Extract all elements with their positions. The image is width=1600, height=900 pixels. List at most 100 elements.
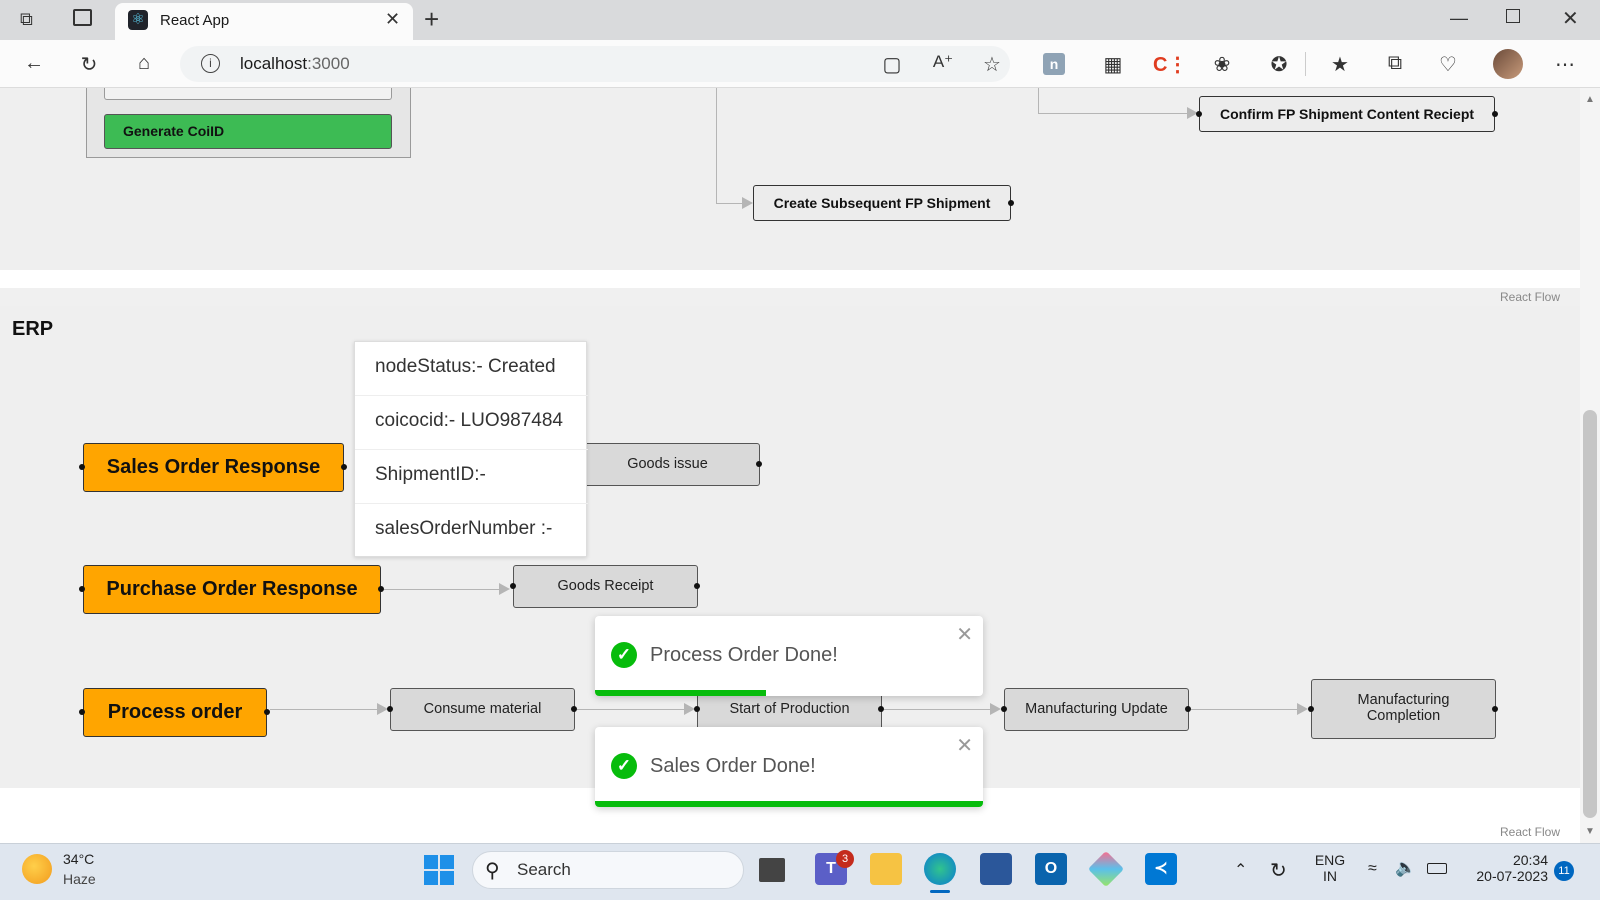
- workspaces-icon[interactable]: ⧉: [20, 9, 33, 30]
- toast-message: Sales Order Done!: [650, 755, 816, 777]
- node-consume-material[interactable]: Consume material: [390, 688, 575, 731]
- search-label: Search: [517, 860, 571, 879]
- tooltip-coicocid: coicocid:- LUO987484: [355, 396, 588, 450]
- more-menu-icon[interactable]: ⋯: [1551, 52, 1579, 77]
- volume-icon[interactable]: 🔈: [1395, 858, 1416, 878]
- node-handle[interactable]: [387, 706, 393, 712]
- vscode-icon[interactable]: ≺: [1145, 853, 1177, 885]
- restore-icon[interactable]: [1506, 9, 1520, 23]
- teams-badge: 3: [836, 850, 854, 868]
- sync-icon[interactable]: ↻: [1270, 858, 1287, 883]
- node-manufacturing-update[interactable]: Manufacturing Update: [1004, 688, 1189, 731]
- minimize-icon[interactable]: —: [1450, 8, 1468, 29]
- node-handle[interactable]: [341, 464, 347, 470]
- node-handle[interactable]: [694, 706, 700, 712]
- active-app-indicator: [930, 890, 950, 893]
- toast-sales-order[interactable]: ✓ Sales Order Done! ✕: [595, 727, 983, 807]
- tooltip-shipment-id: ShipmentID:-: [355, 450, 588, 504]
- app-available-icon[interactable]: ▢: [878, 52, 906, 77]
- read-aloud-icon[interactable]: A⁺: [929, 52, 957, 72]
- node-handle[interactable]: [756, 461, 762, 467]
- node-confirm-fp-shipment[interactable]: Confirm FP Shipment Content Reciept: [1199, 96, 1495, 132]
- node-handle[interactable]: [1308, 706, 1314, 712]
- node-handle[interactable]: [79, 709, 85, 715]
- site-info-icon[interactable]: i: [201, 54, 220, 73]
- node-handle[interactable]: [1492, 706, 1498, 712]
- node-handle[interactable]: [510, 583, 516, 589]
- node-handle[interactable]: [1008, 200, 1014, 206]
- toast-process-order[interactable]: ✓ Process Order Done! ✕: [595, 616, 983, 696]
- toast-message: Process Order Done!: [650, 644, 838, 666]
- edge-arrow: [742, 197, 753, 209]
- vertical-tabs-icon[interactable]: [73, 9, 92, 26]
- scrollbar-thumb[interactable]: [1583, 410, 1597, 818]
- node-sales-order-response[interactable]: Sales Order Response: [83, 443, 344, 492]
- weather-icon[interactable]: [22, 854, 52, 884]
- weather-condition[interactable]: Haze: [63, 871, 96, 887]
- browser-essentials-icon[interactable]: ♡: [1434, 52, 1462, 77]
- node-handle[interactable]: [79, 464, 85, 470]
- clock[interactable]: 20:34 20-07-2023: [1462, 852, 1548, 884]
- tooltip-sales-order-number: salesOrderNumber :-: [375, 518, 553, 539]
- react-flow-attribution[interactable]: React Flow: [1500, 290, 1560, 304]
- close-icon[interactable]: ✕: [956, 622, 973, 647]
- node-manufacturing-completion[interactable]: Manufacturing Completion: [1311, 679, 1496, 739]
- tab-title: React App: [160, 12, 230, 29]
- tab-close-icon[interactable]: ✕: [385, 9, 400, 30]
- taskbar: [0, 843, 1600, 900]
- battery-icon[interactable]: [1427, 863, 1447, 874]
- node-handle[interactable]: [1492, 111, 1498, 117]
- node-goods-issue[interactable]: Goods issue: [575, 443, 760, 486]
- outlook-icon[interactable]: O: [1035, 853, 1067, 885]
- extension-doc-icon[interactable]: ▦: [1099, 52, 1127, 77]
- close-window-icon[interactable]: ✕: [1562, 6, 1579, 31]
- refresh-icon[interactable]: ↻: [75, 52, 103, 77]
- collections-icon[interactable]: ⧉: [1381, 52, 1409, 75]
- react-flow-attribution[interactable]: React Flow: [1500, 825, 1560, 839]
- extension-n-icon[interactable]: n: [1043, 53, 1065, 75]
- task-view-icon[interactable]: [759, 858, 785, 882]
- node-handle[interactable]: [1001, 706, 1007, 712]
- edge-start-to-update: [884, 709, 992, 710]
- edge-process-to-consume: [270, 709, 378, 710]
- extension-bug-icon[interactable]: ❀: [1208, 52, 1236, 77]
- home-icon[interactable]: ⌂: [130, 52, 158, 75]
- taskbar-search[interactable]: [472, 851, 744, 889]
- close-icon[interactable]: ✕: [956, 733, 973, 758]
- extension-c-icon[interactable]: C⋮: [1153, 52, 1187, 77]
- node-purchase-order-response[interactable]: Purchase Order Response: [83, 565, 381, 614]
- node-goods-receipt[interactable]: Goods Receipt: [513, 565, 698, 608]
- back-icon[interactable]: ←: [20, 52, 48, 75]
- new-tab-button[interactable]: +: [424, 4, 439, 35]
- edge-to-confirm: [1038, 113, 1188, 114]
- node-handle[interactable]: [79, 586, 85, 592]
- notification-badge[interactable]: 11: [1554, 861, 1574, 881]
- language-indicator[interactable]: ENG IN: [1312, 852, 1348, 884]
- edge-browser-icon[interactable]: [924, 853, 956, 885]
- edge-arrow: [990, 703, 1001, 715]
- weather-temperature[interactable]: 34°C: [63, 851, 94, 867]
- favorites-icon[interactable]: ★: [1326, 52, 1354, 77]
- generate-coiid-button[interactable]: Generate CoiID: [104, 114, 392, 149]
- flow-separator: [0, 270, 1580, 288]
- node-handle[interactable]: [1196, 111, 1202, 117]
- edge-consume-to-start: [577, 709, 685, 710]
- search-icon: ⚲: [485, 860, 500, 882]
- wifi-icon[interactable]: ≈: [1368, 860, 1377, 878]
- node-process-order[interactable]: Process order: [83, 688, 267, 737]
- file-explorer-icon[interactable]: [870, 853, 902, 885]
- panel-input-field[interactable]: [104, 88, 392, 100]
- scroll-up-arrow[interactable]: ▲: [1585, 94, 1595, 105]
- node-create-subsequent-fp-shipment[interactable]: Create Subsequent FP Shipment: [753, 185, 1011, 221]
- scroll-down-arrow[interactable]: ▼: [1585, 826, 1595, 837]
- toolbar-divider: [1305, 52, 1306, 76]
- start-windows-icon[interactable]: [424, 855, 454, 885]
- edge-to-create-subsequent: [716, 203, 743, 204]
- node-handle[interactable]: [694, 583, 700, 589]
- profile-avatar[interactable]: [1493, 49, 1523, 79]
- favorite-star-icon[interactable]: ☆: [978, 52, 1006, 77]
- show-hidden-icons-chevron[interactable]: ⌃: [1234, 860, 1247, 880]
- toast-progress-bar: [595, 801, 983, 807]
- extensions-puzzle-icon[interactable]: ✪: [1265, 52, 1293, 77]
- store-icon[interactable]: [980, 853, 1012, 885]
